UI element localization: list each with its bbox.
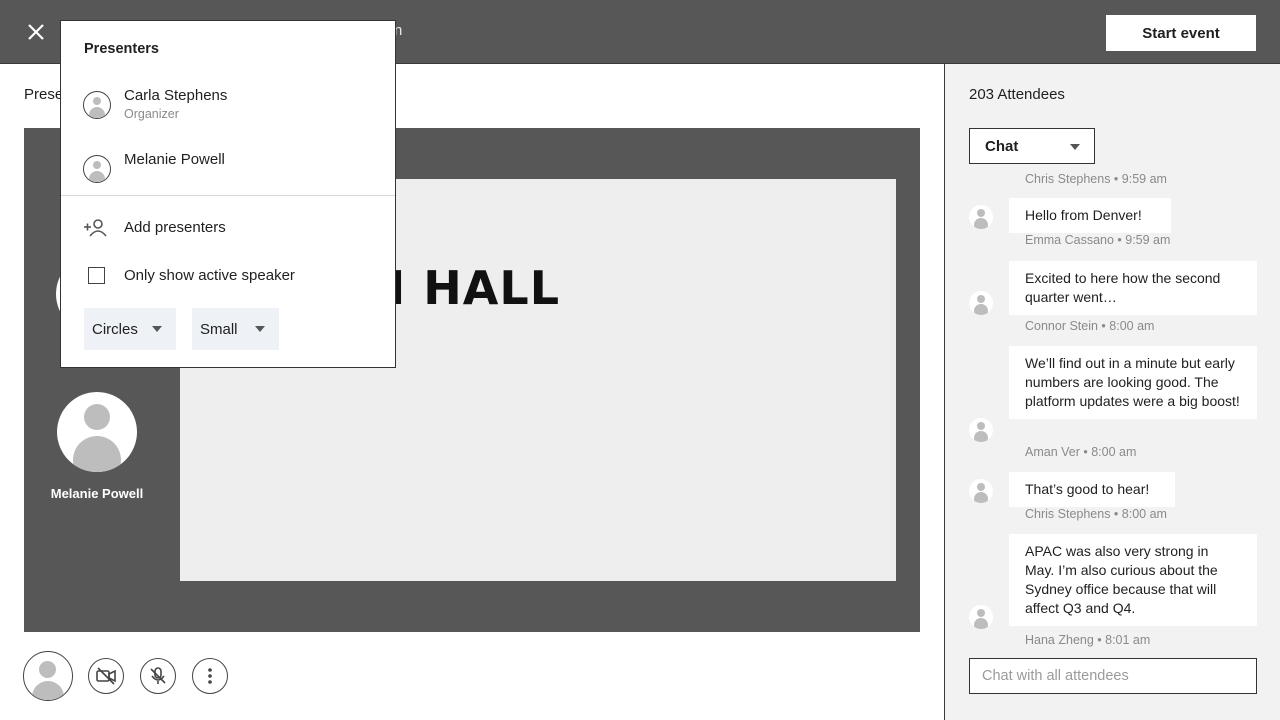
chat-messages[interactable]: Chris Stephens • 9:59 am Hello from Denv… [945,172,1280,650]
camera-toggle-button[interactable] [88,658,124,694]
mic-toggle-button[interactable] [140,658,176,694]
avatar [969,205,993,229]
message-bubble: Excited to here how the second quarter w… [1009,261,1257,315]
active-speaker-label: Only show active speaker [124,267,295,284]
avatar [969,418,993,442]
size-dropdown[interactable]: Small [192,308,279,350]
avatar [83,91,111,119]
shape-dropdown[interactable]: Circles [84,308,176,350]
avatar [57,392,137,472]
active-speaker-checkbox[interactable]: Only show active speaker [83,265,343,289]
presenter-role: Organizer [124,107,179,121]
presenter-tile[interactable]: Melanie Powell [25,392,169,501]
side-panel: 203 Attendees Chat Chris Stephens • 9:59… [944,64,1280,720]
chat-dropdown[interactable]: Chat [969,128,1095,164]
avatar [83,155,111,183]
presenters-popover: Presenters Carla Stephens Organizer Mela… [60,20,396,368]
avatar [969,479,993,503]
add-presenters-button[interactable]: Add presenters [83,217,343,241]
message-bubble: We’ll find out in a minute but early num… [1009,346,1257,419]
message-meta: Connor Stein • 8:00 am [1025,319,1155,333]
avatar [969,291,993,315]
chat-dropdown-label: Chat [985,137,1019,155]
close-icon [28,24,44,40]
message-bubble: Hello from Denver! [1009,198,1171,233]
presenter-name: Carla Stephens [124,87,228,104]
message-meta: Hana Zheng • 8:01 am [1025,633,1151,647]
chevron-down-icon [255,326,265,332]
message-meta: Aman Ver • 8:00 am [1025,445,1137,459]
message-meta: Chris Stephens • 8:00 am [1025,507,1167,521]
presenters-heading: Prese [24,86,64,103]
add-presenters-label: Add presenters [124,219,226,236]
popover-title: Presenters [84,41,159,57]
size-dropdown-value: Small [200,320,238,338]
divider [61,195,395,196]
chevron-down-icon [152,326,162,332]
attendees-count: 203 Attendees [969,86,1065,103]
shape-dropdown-value: Circles [92,320,138,338]
self-avatar-button[interactable] [23,651,73,701]
avatar [969,605,993,629]
presenter-name: Melanie Powell [50,486,144,501]
message-meta: Chris Stephens • 9:59 am [1025,172,1167,186]
message-bubble: That’s good to hear! [1009,472,1175,507]
close-button[interactable] [20,16,52,48]
presenter-list-item[interactable]: Melanie Powell [83,151,383,191]
presenter-name: Melanie Powell [124,151,225,168]
mic-off-icon [150,667,166,684]
camera-off-icon [96,667,116,685]
checkbox-icon [88,267,105,284]
chevron-down-icon [1070,144,1080,150]
message-bubble: APAC was also very strong in May. I’m al… [1009,534,1257,626]
more-options-button[interactable] [192,658,228,694]
start-event-button[interactable]: Start event [1106,15,1256,51]
message-meta: Emma Cassano • 9:59 am [1025,233,1171,247]
presenter-list-item[interactable]: Carla Stephens Organizer [83,87,383,127]
more-vert-icon [208,668,212,684]
add-person-icon [84,219,107,237]
chat-input[interactable] [969,658,1257,694]
